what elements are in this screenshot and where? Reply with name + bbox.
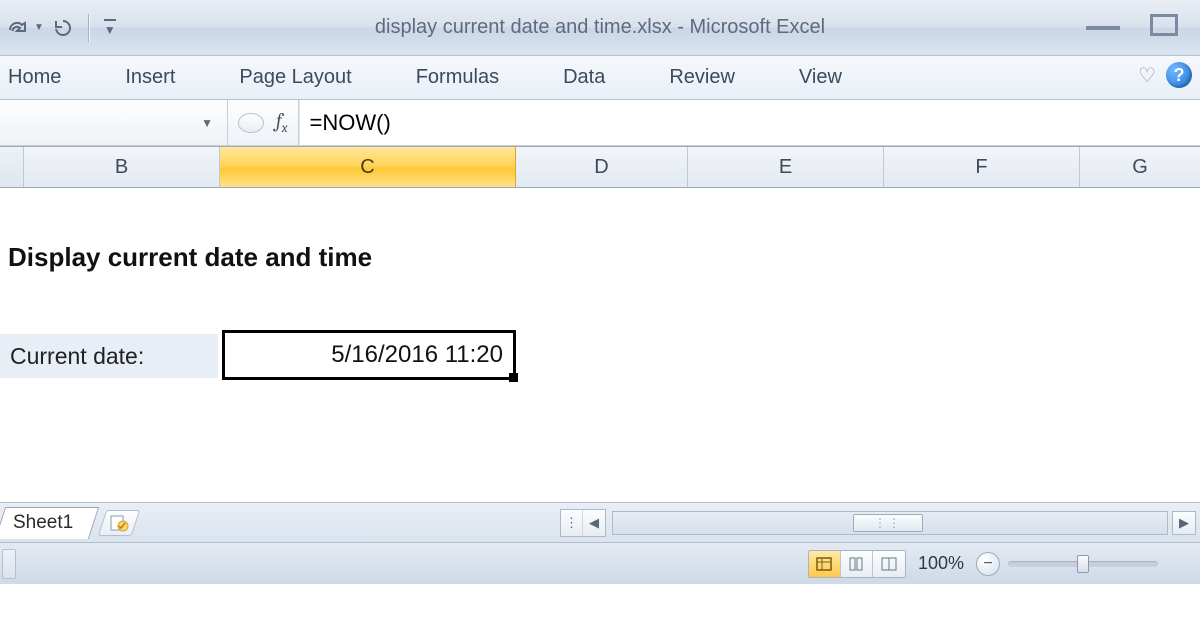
status-resize-handle[interactable] bbox=[2, 549, 16, 579]
tab-page-layout[interactable]: Page Layout bbox=[237, 60, 353, 95]
formula-bar-buttons: fx bbox=[228, 100, 299, 145]
fill-handle[interactable] bbox=[509, 373, 518, 382]
label-cell[interactable]: Current date: bbox=[0, 334, 218, 378]
horizontal-scroll-right[interactable]: ▶ bbox=[1172, 511, 1196, 535]
ribbon-tabs: Home Insert Page Layout Formulas Data Re… bbox=[0, 56, 1200, 100]
minimize-ribbon-icon[interactable]: ♡ bbox=[1138, 63, 1156, 88]
dropdown-icon: ▼ bbox=[34, 22, 44, 33]
column-header-f[interactable]: F bbox=[884, 147, 1080, 187]
view-page-break-button[interactable] bbox=[873, 551, 905, 577]
zoom-slider: − + bbox=[976, 552, 1190, 576]
customize-qat-button[interactable]: ▼ bbox=[104, 19, 116, 37]
qat-separator bbox=[88, 14, 90, 42]
quick-access-toolbar: ▼ ▼ bbox=[0, 14, 116, 42]
view-normal-button[interactable] bbox=[809, 551, 841, 577]
cancel-formula-button[interactable] bbox=[238, 113, 264, 133]
maximize-button[interactable] bbox=[1150, 14, 1178, 36]
name-box-dropdown-icon[interactable]: ▼ bbox=[201, 116, 213, 130]
name-box[interactable]: ▼ bbox=[0, 100, 228, 145]
column-header-b[interactable]: B bbox=[24, 147, 220, 187]
status-bar: 100% − + bbox=[0, 542, 1200, 584]
new-sheet-button[interactable] bbox=[98, 510, 140, 536]
heading-cell: Display current date and time bbox=[8, 242, 372, 273]
window-title: display current date and time.xlsx - Mic… bbox=[0, 16, 1200, 39]
tab-review[interactable]: Review bbox=[667, 60, 737, 95]
formula-bar-row: ▼ fx =NOW() bbox=[0, 100, 1200, 146]
active-cell-value: 5/16/2016 11:20 bbox=[331, 341, 503, 369]
tab-formulas[interactable]: Formulas bbox=[414, 60, 501, 95]
title-appname: Microsoft Excel bbox=[690, 16, 826, 38]
tab-home[interactable]: Home bbox=[6, 60, 63, 95]
column-header-d[interactable]: D bbox=[516, 147, 688, 187]
tab-insert[interactable]: Insert bbox=[123, 60, 177, 95]
horizontal-scrollbar[interactable]: ⋮⋮ bbox=[612, 511, 1168, 535]
view-buttons bbox=[808, 550, 906, 578]
sheet-tab-bar: Sheet1 ⋮ ◀ ⋮⋮ ▶ bbox=[0, 502, 1200, 542]
zoom-level[interactable]: 100% bbox=[918, 553, 964, 574]
formula-input[interactable]: =NOW() bbox=[299, 100, 1200, 145]
title-filename: display current date and time.xlsx bbox=[375, 16, 672, 38]
column-header-e[interactable]: E bbox=[688, 147, 884, 187]
zoom-track[interactable] bbox=[1008, 561, 1158, 567]
horizontal-scroll-area: ⋮ ◀ ⋮⋮ ▶ bbox=[560, 509, 1196, 537]
select-all-triangle[interactable] bbox=[0, 147, 24, 187]
zoom-out-button[interactable]: − bbox=[976, 552, 1000, 576]
active-cell[interactable]: 5/16/2016 11:20 bbox=[222, 330, 516, 380]
repeat-button[interactable] bbox=[52, 18, 74, 38]
insert-function-button[interactable]: fx bbox=[276, 109, 288, 136]
tab-view[interactable]: View bbox=[797, 60, 844, 95]
help-button[interactable]: ? bbox=[1166, 62, 1192, 88]
redo-button[interactable]: ▼ bbox=[6, 18, 44, 38]
worksheet-grid[interactable]: Display current date and time Current da… bbox=[0, 188, 1200, 502]
horizontal-scroll-thumb[interactable]: ⋮⋮ bbox=[853, 514, 923, 532]
column-header-c[interactable]: C bbox=[220, 147, 516, 187]
formula-value: =NOW() bbox=[310, 110, 391, 136]
sheet-tab-sheet1[interactable]: Sheet1 bbox=[0, 507, 99, 539]
view-page-layout-button[interactable] bbox=[841, 551, 873, 577]
tab-scroll-left[interactable]: ◀ bbox=[583, 510, 605, 536]
title-bar: ▼ ▼ display current date and time.xlsx -… bbox=[0, 0, 1200, 56]
tab-scroll-buttons: ⋮ ◀ bbox=[560, 509, 606, 537]
zoom-thumb[interactable] bbox=[1077, 555, 1089, 573]
tab-split-handle[interactable]: ⋮ bbox=[561, 510, 583, 536]
tab-data[interactable]: Data bbox=[561, 60, 607, 95]
minimize-button[interactable] bbox=[1086, 20, 1120, 30]
column-header-g[interactable]: G bbox=[1080, 147, 1200, 187]
window-controls bbox=[1086, 14, 1178, 36]
column-headers: B C D E F G bbox=[0, 146, 1200, 188]
